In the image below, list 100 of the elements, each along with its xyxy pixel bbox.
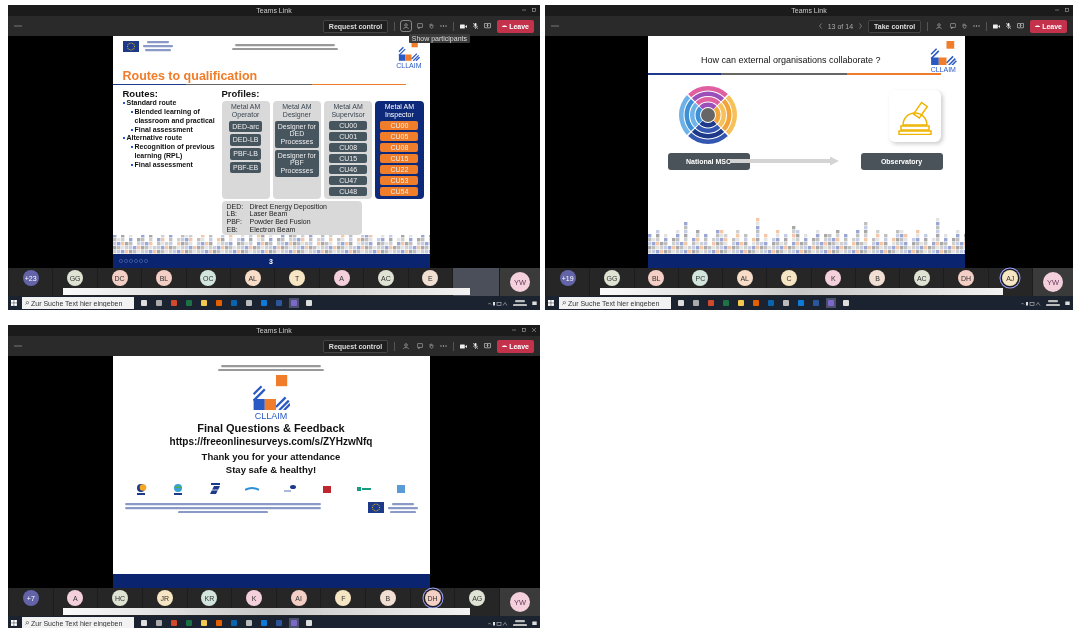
close-icon[interactable] [532, 328, 536, 332]
minimize-icon[interactable] [1055, 8, 1059, 12]
taskbar-app-icon[interactable] [201, 620, 207, 626]
notifications-icon[interactable] [532, 300, 537, 306]
eu-flag-icon [122, 41, 139, 52]
taskbar-app-icon[interactable] [843, 300, 849, 306]
taskbar-app-icon[interactable] [753, 300, 759, 306]
camera-icon[interactable] [993, 23, 1001, 29]
camera-icon[interactable] [460, 343, 468, 349]
participants-icon[interactable] [403, 343, 410, 349]
taskbar-app-icon[interactable] [261, 300, 267, 306]
share-screen-icon[interactable] [484, 23, 492, 29]
taskbar-app-icon[interactable] [231, 300, 237, 306]
taskbar-app-icon[interactable] [291, 620, 297, 626]
chat-icon[interactable] [950, 23, 957, 29]
arrow-icon [729, 156, 840, 167]
taskbar-app-icon[interactable] [186, 620, 192, 626]
taskbar-app-icon[interactable] [693, 300, 699, 306]
search-icon [562, 301, 566, 305]
section-heading: Profiles: [221, 88, 261, 100]
search-icon [25, 301, 29, 305]
cllaim-logo-icon [251, 375, 291, 411]
participants-icon[interactable] [936, 23, 943, 29]
taskbar-app-icon[interactable] [156, 300, 162, 306]
slide-title: Routes to qualification [121, 68, 259, 84]
bullet-icon [130, 111, 133, 114]
raise-hand-icon[interactable] [429, 343, 435, 349]
taskbar-app-icon[interactable] [276, 620, 282, 626]
slide-title: How can external organisations collaborate ? [700, 54, 882, 65]
raise-hand-icon[interactable] [429, 23, 435, 29]
bullet-icon [122, 137, 125, 140]
search-icon [25, 621, 29, 625]
taskbar-app-icon[interactable] [828, 300, 834, 306]
taskbar-app-icon[interactable] [291, 300, 297, 306]
taskbar-app-icon[interactable] [783, 300, 789, 306]
share-screen-icon[interactable] [484, 343, 492, 349]
taskbar-app-icon[interactable] [216, 300, 222, 306]
previous-icon[interactable] [818, 23, 822, 29]
system-tray-icons [488, 300, 508, 306]
bullet-icon [122, 102, 125, 105]
taskbar-app-icon[interactable] [768, 300, 774, 306]
taskbar-app-icon[interactable] [306, 620, 312, 626]
system-tray-icons [488, 620, 508, 626]
cllaim-logo-icon [398, 41, 420, 61]
taskbar-app-icon[interactable] [246, 300, 252, 306]
minimize-icon[interactable] [522, 8, 526, 12]
taskbar-app-icon[interactable] [171, 620, 177, 626]
microphone-muted-icon[interactable] [473, 343, 479, 349]
windows-start-icon[interactable] [548, 300, 554, 306]
taskbar-app-icon[interactable] [276, 300, 282, 306]
taskbar-app-icon[interactable] [246, 620, 252, 626]
taskbar-app-icon[interactable] [231, 620, 237, 626]
taskbar-app-icon[interactable] [141, 300, 147, 306]
closing-heading: Final Questions & Feedback [196, 421, 346, 436]
notifications-icon[interactable] [1065, 300, 1070, 306]
maximize-icon[interactable] [532, 8, 536, 12]
taskbar-app-icon[interactable] [186, 300, 192, 306]
bullet-icon [130, 146, 133, 149]
maximize-icon[interactable] [522, 328, 526, 332]
blurred-text-drawing [1046, 299, 1060, 307]
raise-hand-icon[interactable] [962, 23, 968, 29]
survey-link[interactable]: https://freeonlinesurveys.com/s/ZYHzwNfq [169, 435, 373, 447]
blurred-text-drawing [385, 502, 420, 513]
bullet-icon [130, 163, 133, 166]
microphone-muted-icon[interactable] [1006, 23, 1012, 29]
taskbar-app-icon[interactable] [261, 620, 267, 626]
participants-icon[interactable] [403, 23, 410, 29]
section-heading: Routes: [122, 88, 159, 100]
taskbar-app-icon[interactable] [798, 300, 804, 306]
taskbar-app-icon[interactable] [141, 620, 147, 626]
next-icon[interactable] [859, 23, 863, 29]
eu-flag-icon [367, 502, 384, 514]
camera-icon[interactable] [460, 23, 468, 29]
taskbar-app-icon[interactable] [723, 300, 729, 306]
system-tray-icons [1021, 300, 1041, 306]
cllaim-logo-icon [930, 41, 957, 66]
taskbar-app-icon[interactable] [813, 300, 819, 306]
slideshow-controls-icon [118, 259, 149, 263]
taskbar-app-icon[interactable] [201, 300, 207, 306]
chat-icon[interactable] [417, 343, 424, 349]
taskbar-app-icon[interactable] [708, 300, 714, 306]
bullet-icon [130, 128, 133, 131]
windows-start-icon[interactable] [11, 300, 17, 306]
taskbar-app-icon[interactable] [678, 300, 684, 306]
microphone-muted-icon[interactable] [473, 23, 479, 29]
taskbar-app-icon[interactable] [306, 300, 312, 306]
chat-icon[interactable] [417, 23, 424, 29]
notifications-icon[interactable] [532, 620, 537, 626]
taskbar-app-icon[interactable] [156, 620, 162, 626]
taskbar-app-icon[interactable] [738, 300, 744, 306]
taskbar-app-icon[interactable] [216, 620, 222, 626]
windows-start-icon[interactable] [11, 620, 17, 626]
maximize-icon[interactable] [1065, 8, 1069, 12]
blurred-text-drawing [513, 619, 527, 627]
blurred-text-drawing [140, 41, 175, 52]
minimize-icon[interactable] [512, 328, 516, 332]
share-screen-icon[interactable] [1017, 23, 1025, 29]
farewell-text: Stay safe & healthy! [224, 463, 318, 478]
taskbar-app-icon[interactable] [171, 300, 177, 306]
partner-logo-icon [208, 483, 223, 496]
